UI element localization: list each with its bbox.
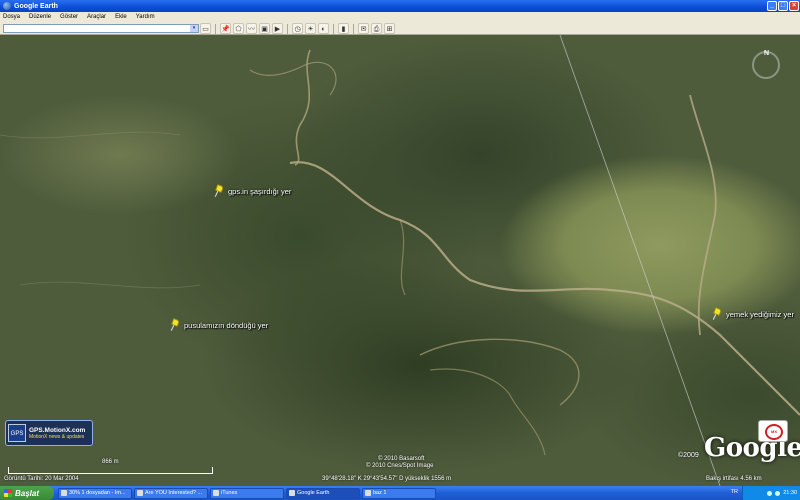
taskbar: Başlat 30% 1 dosyadan - Im... Are YOU In… — [0, 486, 800, 500]
window-titlebar: Google Earth _ □ × — [0, 0, 800, 12]
polygon-icon[interactable]: ⬠ — [233, 23, 244, 34]
map-view[interactable]: N gps.in şaşırdığı yer pusulamızın döndü… — [0, 35, 800, 486]
menu-file[interactable]: Dosya — [3, 14, 20, 20]
taskbar-item-browser[interactable]: Are YOU Interested? ... — [134, 487, 208, 499]
firefox-icon — [137, 490, 143, 496]
task-label: Are YOU Interested? ... — [145, 490, 203, 496]
overlay-icon[interactable]: ▣ — [259, 23, 270, 34]
menu-help[interactable]: Yardım — [136, 14, 155, 20]
tray-network-icon[interactable] — [767, 490, 773, 496]
placemark-label[interactable]: gps.in şaşırdığı yer — [228, 187, 291, 196]
gps-logo-icon: GPS — [8, 424, 26, 442]
close-button[interactable]: × — [789, 1, 799, 11]
folder-icon — [365, 490, 371, 496]
tray-volume-icon[interactable] — [775, 490, 781, 496]
eye-altitude: Bakış irtifası 4.56 km — [706, 476, 762, 482]
placemark-icon[interactable]: 📌 — [220, 23, 231, 34]
search-input[interactable]: ▾ — [3, 24, 199, 33]
system-tray: 21:30 — [742, 486, 800, 500]
task-label: Google Earth — [297, 490, 330, 496]
start-button[interactable]: Başlat — [0, 486, 54, 500]
menu-bar: Dosya Düzenle Göster Araçlar Ekle Yardım — [0, 12, 800, 22]
yellow-pushpin-icon[interactable] — [214, 184, 224, 197]
menu-view[interactable]: Göster — [60, 14, 78, 20]
toolbar-icons: ▭ 📌 ⬠ 〰 ▣ ▶ ◷ ☀ ◐ ▮ ✉ ⎙ ⊞ — [200, 23, 395, 34]
yellow-pushpin-icon[interactable] — [170, 318, 180, 331]
print-icon[interactable]: ⎙ — [371, 23, 382, 34]
taskbar-item-folder[interactable]: baz 1 — [362, 487, 436, 499]
ruler-icon[interactable]: ▮ — [338, 23, 349, 34]
taskbar-item-itunes[interactable]: iTunes — [210, 487, 284, 499]
firefox-icon — [61, 490, 67, 496]
window-controls: _ □ × — [767, 1, 799, 11]
minimize-button[interactable]: _ — [767, 1, 777, 11]
window-title: Google Earth — [14, 2, 58, 10]
scale-bar — [8, 467, 213, 474]
taskbar-item-google-earth[interactable]: Google Earth — [286, 487, 360, 499]
menu-edit[interactable]: Düzenle — [29, 14, 51, 20]
copyright-cnes: © 2010 Cnes/Spot Image — [366, 463, 434, 469]
placemark[interactable]: yemek yediğimiz yer — [712, 307, 794, 320]
imagery-date: Görüntü Tarihi: 20 Mar 2004 — [4, 476, 79, 482]
scale-label: 866 m — [102, 459, 119, 465]
google-earth-app-icon — [3, 2, 11, 10]
clock[interactable]: 21:30 — [783, 490, 797, 496]
windows-flag-icon — [4, 489, 12, 497]
pointer-coordinates: 39°48'28.18" K 29°43'54.57" D yükseklik … — [322, 476, 452, 482]
maps-icon[interactable]: ⊞ — [384, 23, 395, 34]
google-copyright-year: ©2009 — [678, 452, 699, 459]
placemark-label[interactable]: pusulamızın döndüğü yer — [184, 321, 268, 330]
task-label: iTunes — [221, 490, 238, 496]
taskbar-items: 30% 1 dosyadan - Im... Are YOU Intereste… — [58, 487, 436, 499]
taskbar-item-download[interactable]: 30% 1 dosyadan - Im... — [58, 487, 132, 499]
gps-logo-title: GPS.MotionX.com — [29, 426, 86, 434]
tour-icon[interactable]: ▶ — [272, 23, 283, 34]
planets-icon[interactable]: ◐ — [318, 23, 329, 34]
placemark[interactable]: gps.in şaşırdığı yer — [214, 184, 291, 197]
toolbar-separator — [215, 23, 216, 34]
navigation-compass[interactable]: N — [752, 50, 780, 79]
task-label: baz 1 — [373, 490, 387, 496]
compass-north-label: N — [764, 50, 770, 57]
toolbar: ▾ ▭ 📌 ⬠ 〰 ▣ ▶ ◷ ☀ ◐ ▮ ✉ ⎙ ⊞ — [0, 22, 800, 35]
gps-logo-subtitle: MotionX news & updates — [29, 433, 85, 440]
maximize-button[interactable]: □ — [778, 1, 788, 11]
start-label: Başlat — [15, 488, 40, 498]
copyright-basarsoft: © 2010 Basarsoft — [378, 456, 425, 462]
email-icon[interactable]: ✉ — [358, 23, 369, 34]
itunes-icon — [213, 490, 219, 496]
menu-add[interactable]: Ekle — [115, 14, 127, 20]
terrain-roads — [0, 35, 800, 486]
motionx-badge-logo: MX — [758, 420, 788, 442]
toolbar-separator — [353, 23, 354, 34]
sun-icon[interactable]: ☀ — [305, 23, 316, 34]
yellow-pushpin-icon[interactable] — [712, 307, 722, 320]
task-label: 30% 1 dosyadan - Im... — [69, 490, 126, 496]
placemark-label[interactable]: yemek yediğimiz yer — [726, 310, 794, 319]
toolbar-separator — [333, 23, 334, 34]
toolbar-separator — [287, 23, 288, 34]
sidebar-icon[interactable]: ▭ — [200, 23, 211, 34]
gps-motionx-logo[interactable]: GPS GPS.MotionX.com MotionX news & updat… — [5, 420, 93, 446]
chevron-down-icon[interactable]: ▾ — [190, 25, 198, 32]
language-indicator[interactable]: TR — [731, 489, 738, 495]
placemark[interactable]: pusulamızın döndüğü yer — [170, 318, 268, 331]
google-earth-icon — [289, 490, 295, 496]
history-icon[interactable]: ◷ — [292, 23, 303, 34]
path-icon[interactable]: 〰 — [246, 23, 257, 34]
menu-tools[interactable]: Araçlar — [87, 14, 106, 20]
